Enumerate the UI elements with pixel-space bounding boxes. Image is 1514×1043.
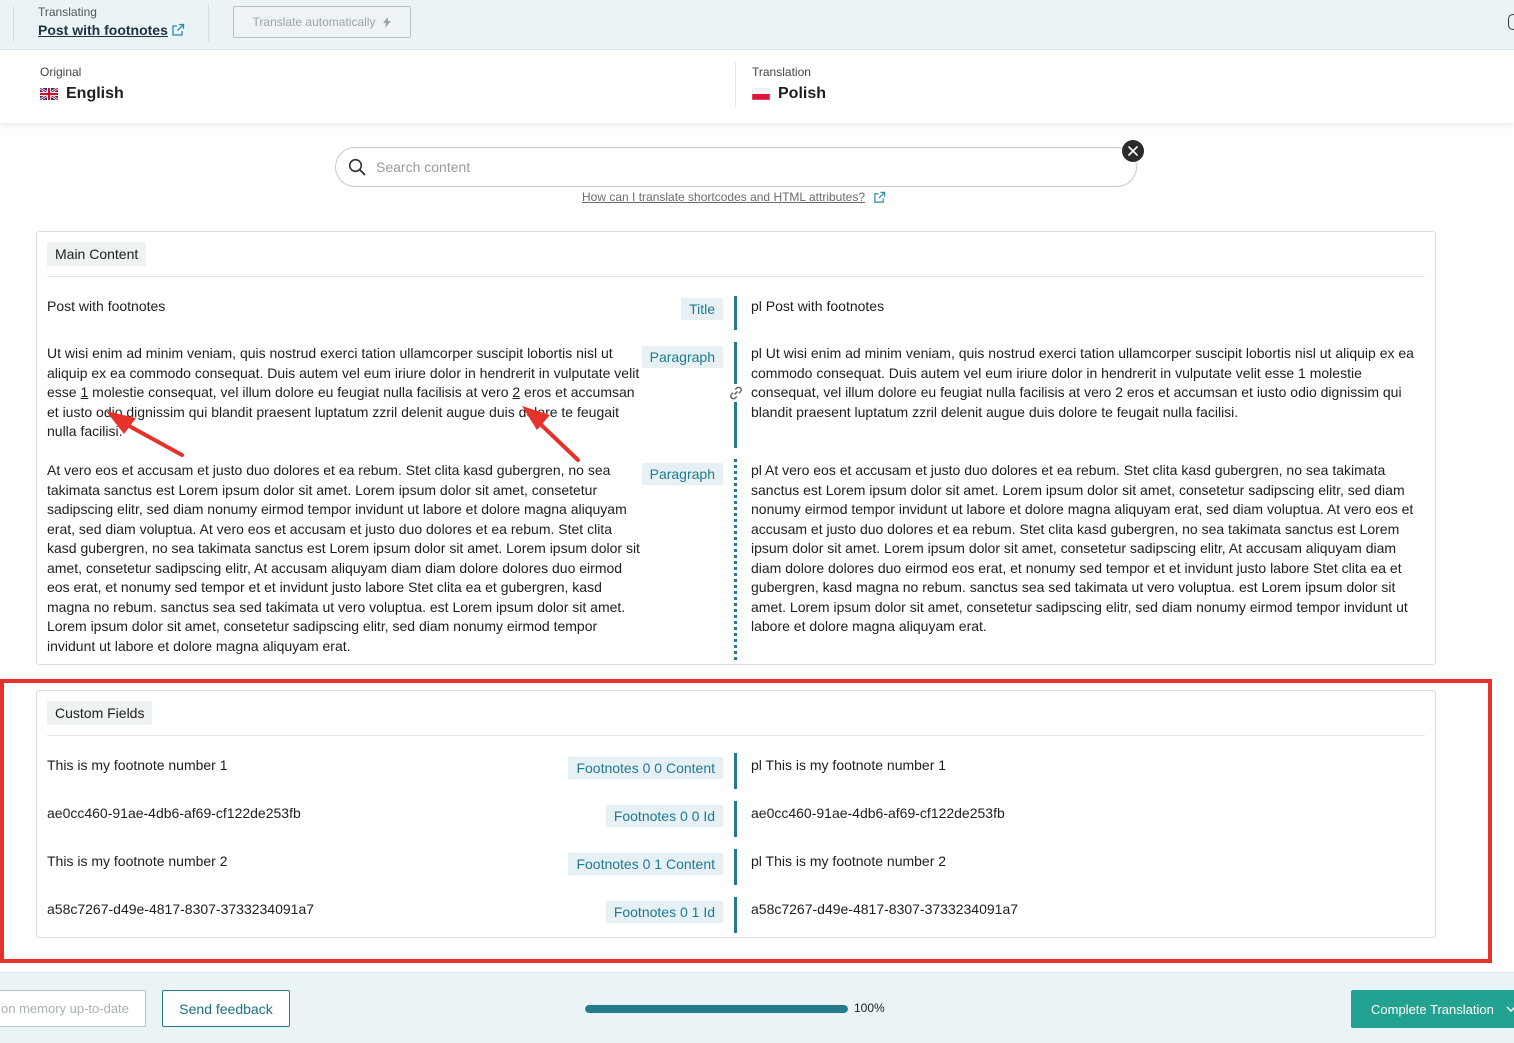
translate-automatically-label: Translate automatically: [252, 15, 376, 29]
complete-translation-button[interactable]: Complete Translation: [1351, 990, 1514, 1028]
source-text: At vero eos et accusam et justo duo dolo…: [47, 462, 640, 654]
translation-row: a58c7267-d49e-4817-8307-3733234091a7 Foo…: [37, 897, 1437, 935]
translation-text[interactable]: pl This is my footnote number 2: [751, 852, 1423, 872]
translation-text[interactable]: pl Ut wisi enim ad minim veniam, quis no…: [751, 344, 1423, 422]
bolt-icon: [383, 16, 392, 28]
progress-bar: [585, 1005, 848, 1013]
translation-language: Translation Polish: [752, 65, 826, 103]
field-tag: Title: [681, 298, 723, 320]
divider: [47, 735, 1425, 736]
shortcodes-help-link[interactable]: How can I translate shortcodes and HTML …: [582, 190, 886, 204]
source-text: Post with footnotes: [47, 298, 166, 314]
translation-row: At vero eos et accusam et justo duo dolo…: [37, 459, 1437, 661]
status-bar: [734, 897, 737, 933]
external-link-icon[interactable]: [171, 23, 185, 37]
section-heading: Custom Fields: [47, 701, 153, 725]
top-bar: Translating Post with footnotes Translat…: [0, 0, 1514, 50]
post-title-link[interactable]: Post with footnotes: [38, 22, 168, 38]
main-content-section: Main Content Post with footnotes Title p…: [36, 231, 1436, 665]
translation-text[interactable]: ae0cc460-91ae-4db6-af69-cf122de253fb: [751, 804, 1423, 824]
source-text: a58c7267-d49e-4817-8307-3733234091a7: [47, 901, 315, 917]
clear-search-button[interactable]: [1122, 140, 1144, 162]
link-icon[interactable]: [727, 384, 745, 402]
translation-row: Post with footnotes Title pl Post with f…: [37, 296, 1437, 334]
mouse-icon: [1508, 14, 1514, 30]
close-icon: [1128, 146, 1138, 156]
translation-label: Translation: [752, 65, 811, 79]
search-bar: [335, 147, 1137, 187]
translation-language-name: Polish: [778, 85, 827, 102]
translation-text[interactable]: pl This is my footnote number 1: [751, 756, 1423, 776]
field-tag: Paragraph: [641, 346, 723, 368]
divider: [47, 276, 1425, 277]
status-bar: [734, 849, 737, 885]
status-bar: [734, 459, 737, 660]
original-label: Original: [40, 65, 82, 79]
external-link-icon: [874, 191, 886, 203]
translation-text[interactable]: pl At vero eos et accusam et justo duo d…: [751, 461, 1423, 637]
section-heading: Main Content: [47, 242, 147, 266]
translation-row: Ut wisi enim ad minim veniam, quis nostr…: [37, 342, 1437, 448]
divider: [208, 4, 209, 42]
translation-row: ae0cc460-91ae-4db6-af69-cf122de253fb Foo…: [37, 801, 1437, 843]
send-feedback-button[interactable]: Send feedback: [162, 990, 290, 1027]
search-icon: [348, 158, 366, 176]
translation-row: This is my footnote number 1 Footnotes 0…: [37, 753, 1437, 795]
uk-flag-icon: [40, 88, 58, 100]
source-text: Ut wisi enim ad minim veniam, quis nostr…: [47, 345, 640, 439]
context-label: Translating: [38, 5, 97, 19]
original-language-name: English: [66, 85, 124, 102]
status-bar: [734, 296, 737, 330]
chevron-down-icon: [1506, 1006, 1514, 1012]
source-text: ae0cc460-91ae-4db6-af69-cf122de253fb: [47, 805, 301, 821]
language-header: Original English Translation Polish: [0, 51, 1514, 123]
complete-translation-label: Complete Translation: [1371, 1001, 1494, 1017]
source-text: This is my footnote number 2: [47, 853, 228, 869]
memory-up-to-date-button[interactable]: on memory up-to-date: [0, 990, 146, 1027]
footnote-ref[interactable]: 2: [512, 384, 520, 400]
field-tag: Paragraph: [641, 463, 723, 485]
translation-text[interactable]: pl Post with footnotes: [751, 297, 1423, 317]
field-tag: Footnotes 0 1 Content: [568, 853, 723, 875]
search-input[interactable]: [376, 159, 1076, 175]
field-tag: Footnotes 0 0 Id: [605, 805, 723, 827]
source-text: This is my footnote number 1: [47, 757, 228, 773]
translate-automatically-button[interactable]: Translate automatically: [233, 6, 411, 38]
status-bar: [734, 753, 737, 789]
progress-fill: [585, 1005, 848, 1013]
custom-fields-section: Custom Fields This is my footnote number…: [36, 690, 1436, 938]
field-tag: Footnotes 0 1 Id: [605, 901, 723, 923]
status-bar: [734, 801, 737, 837]
translation-row: This is my footnote number 2 Footnotes 0…: [37, 849, 1437, 891]
progress-percentage: 100%: [854, 1001, 885, 1015]
translation-text[interactable]: a58c7267-d49e-4817-8307-3733234091a7: [751, 900, 1423, 920]
original-language: Original English: [40, 65, 124, 103]
help-link-text: How can I translate shortcodes and HTML …: [582, 190, 866, 204]
divider: [13, 6, 14, 42]
divider: [735, 63, 736, 107]
footer-bar: on memory up-to-date Send feedback 100% …: [0, 972, 1514, 1043]
field-tag: Footnotes 0 0 Content: [568, 757, 723, 779]
poland-flag-icon: [752, 88, 770, 100]
